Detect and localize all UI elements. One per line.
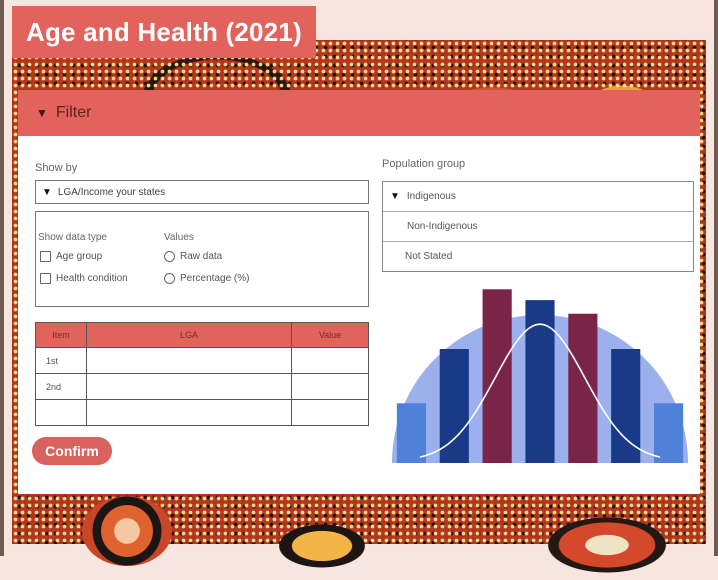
table-cell[interactable] [291, 347, 369, 374]
checkbox-health-condition[interactable]: Health condition [40, 273, 128, 284]
frame-left [0, 0, 4, 556]
checkbox-label: Health condition [56, 273, 128, 284]
results-table: Item LGA Value 1st 2nd [35, 322, 369, 426]
distribution-chart [392, 289, 688, 463]
caret-down-icon: ▼ [390, 191, 400, 202]
table-cell[interactable] [291, 373, 369, 400]
table-cell[interactable] [86, 347, 292, 374]
population-group-dropdown[interactable]: ▼ Indigenous Non-Indigenous Not Stated [382, 181, 694, 272]
radio-percentage[interactable]: Percentage (%) [164, 273, 249, 284]
table-header-item: Item [35, 322, 87, 348]
chart-bar [654, 403, 684, 463]
chart-bar [396, 403, 426, 463]
table-row: 1st [35, 347, 369, 374]
table-header-lga: LGA [86, 322, 292, 348]
chart-bar [568, 313, 598, 463]
option-label: Non-Indigenous [407, 221, 478, 232]
options-box: Show data type Age group Health conditio… [35, 211, 369, 307]
table-cell[interactable] [291, 399, 369, 426]
checkbox-icon[interactable] [40, 251, 51, 262]
table-cell: 1st [35, 347, 87, 374]
filter-label: Filter [55, 104, 92, 121]
table-cell[interactable] [86, 399, 292, 426]
radio-label: Raw data [180, 251, 223, 262]
table-cell[interactable] [86, 373, 292, 400]
values-label: Values [164, 232, 194, 243]
table-row [35, 399, 369, 426]
page-title: Age and Health (2021) [12, 6, 316, 58]
population-group-label: Population group [382, 158, 466, 170]
table-row: 2nd [35, 373, 369, 400]
radio-label: Percentage (%) [180, 273, 250, 284]
caret-down-icon: ▼ [36, 106, 48, 120]
caret-down-icon: ▼ [42, 186, 52, 198]
checkbox-label: Age group [56, 251, 103, 262]
radio-raw-data[interactable]: Raw data [164, 251, 222, 262]
filter-header[interactable]: ▼ Filter [18, 90, 700, 136]
population-selected-value: Indigenous [406, 191, 456, 202]
table-cell [35, 399, 87, 426]
frame-right [714, 0, 718, 556]
table-cell: 2nd [35, 373, 87, 400]
radio-icon[interactable] [164, 273, 175, 284]
show-by-value: LGA/Income your states [57, 186, 166, 198]
population-option-not-stated[interactable]: Not Stated [383, 242, 693, 271]
chart-bar [482, 289, 512, 463]
art-motif [532, 510, 682, 580]
table-header-value: Value [291, 322, 369, 348]
population-option-selected[interactable]: ▼ Indigenous [383, 182, 693, 212]
art-motif [262, 516, 382, 576]
show-by-label: Show by [35, 162, 78, 174]
filter-panel: ▼ Filter Show by ▼ LGA/Income your state… [18, 90, 700, 494]
radio-icon[interactable] [164, 251, 175, 262]
checkbox-age-group[interactable]: Age group [40, 251, 102, 262]
population-option-non-indigenous[interactable]: Non-Indigenous [383, 212, 693, 242]
checkbox-icon[interactable] [40, 273, 51, 284]
data-type-label: Show data type [38, 232, 107, 243]
option-label: Not Stated [405, 251, 453, 262]
confirm-button[interactable]: Confirm [32, 437, 112, 465]
show-by-dropdown[interactable]: ▼ LGA/Income your states [35, 180, 369, 204]
